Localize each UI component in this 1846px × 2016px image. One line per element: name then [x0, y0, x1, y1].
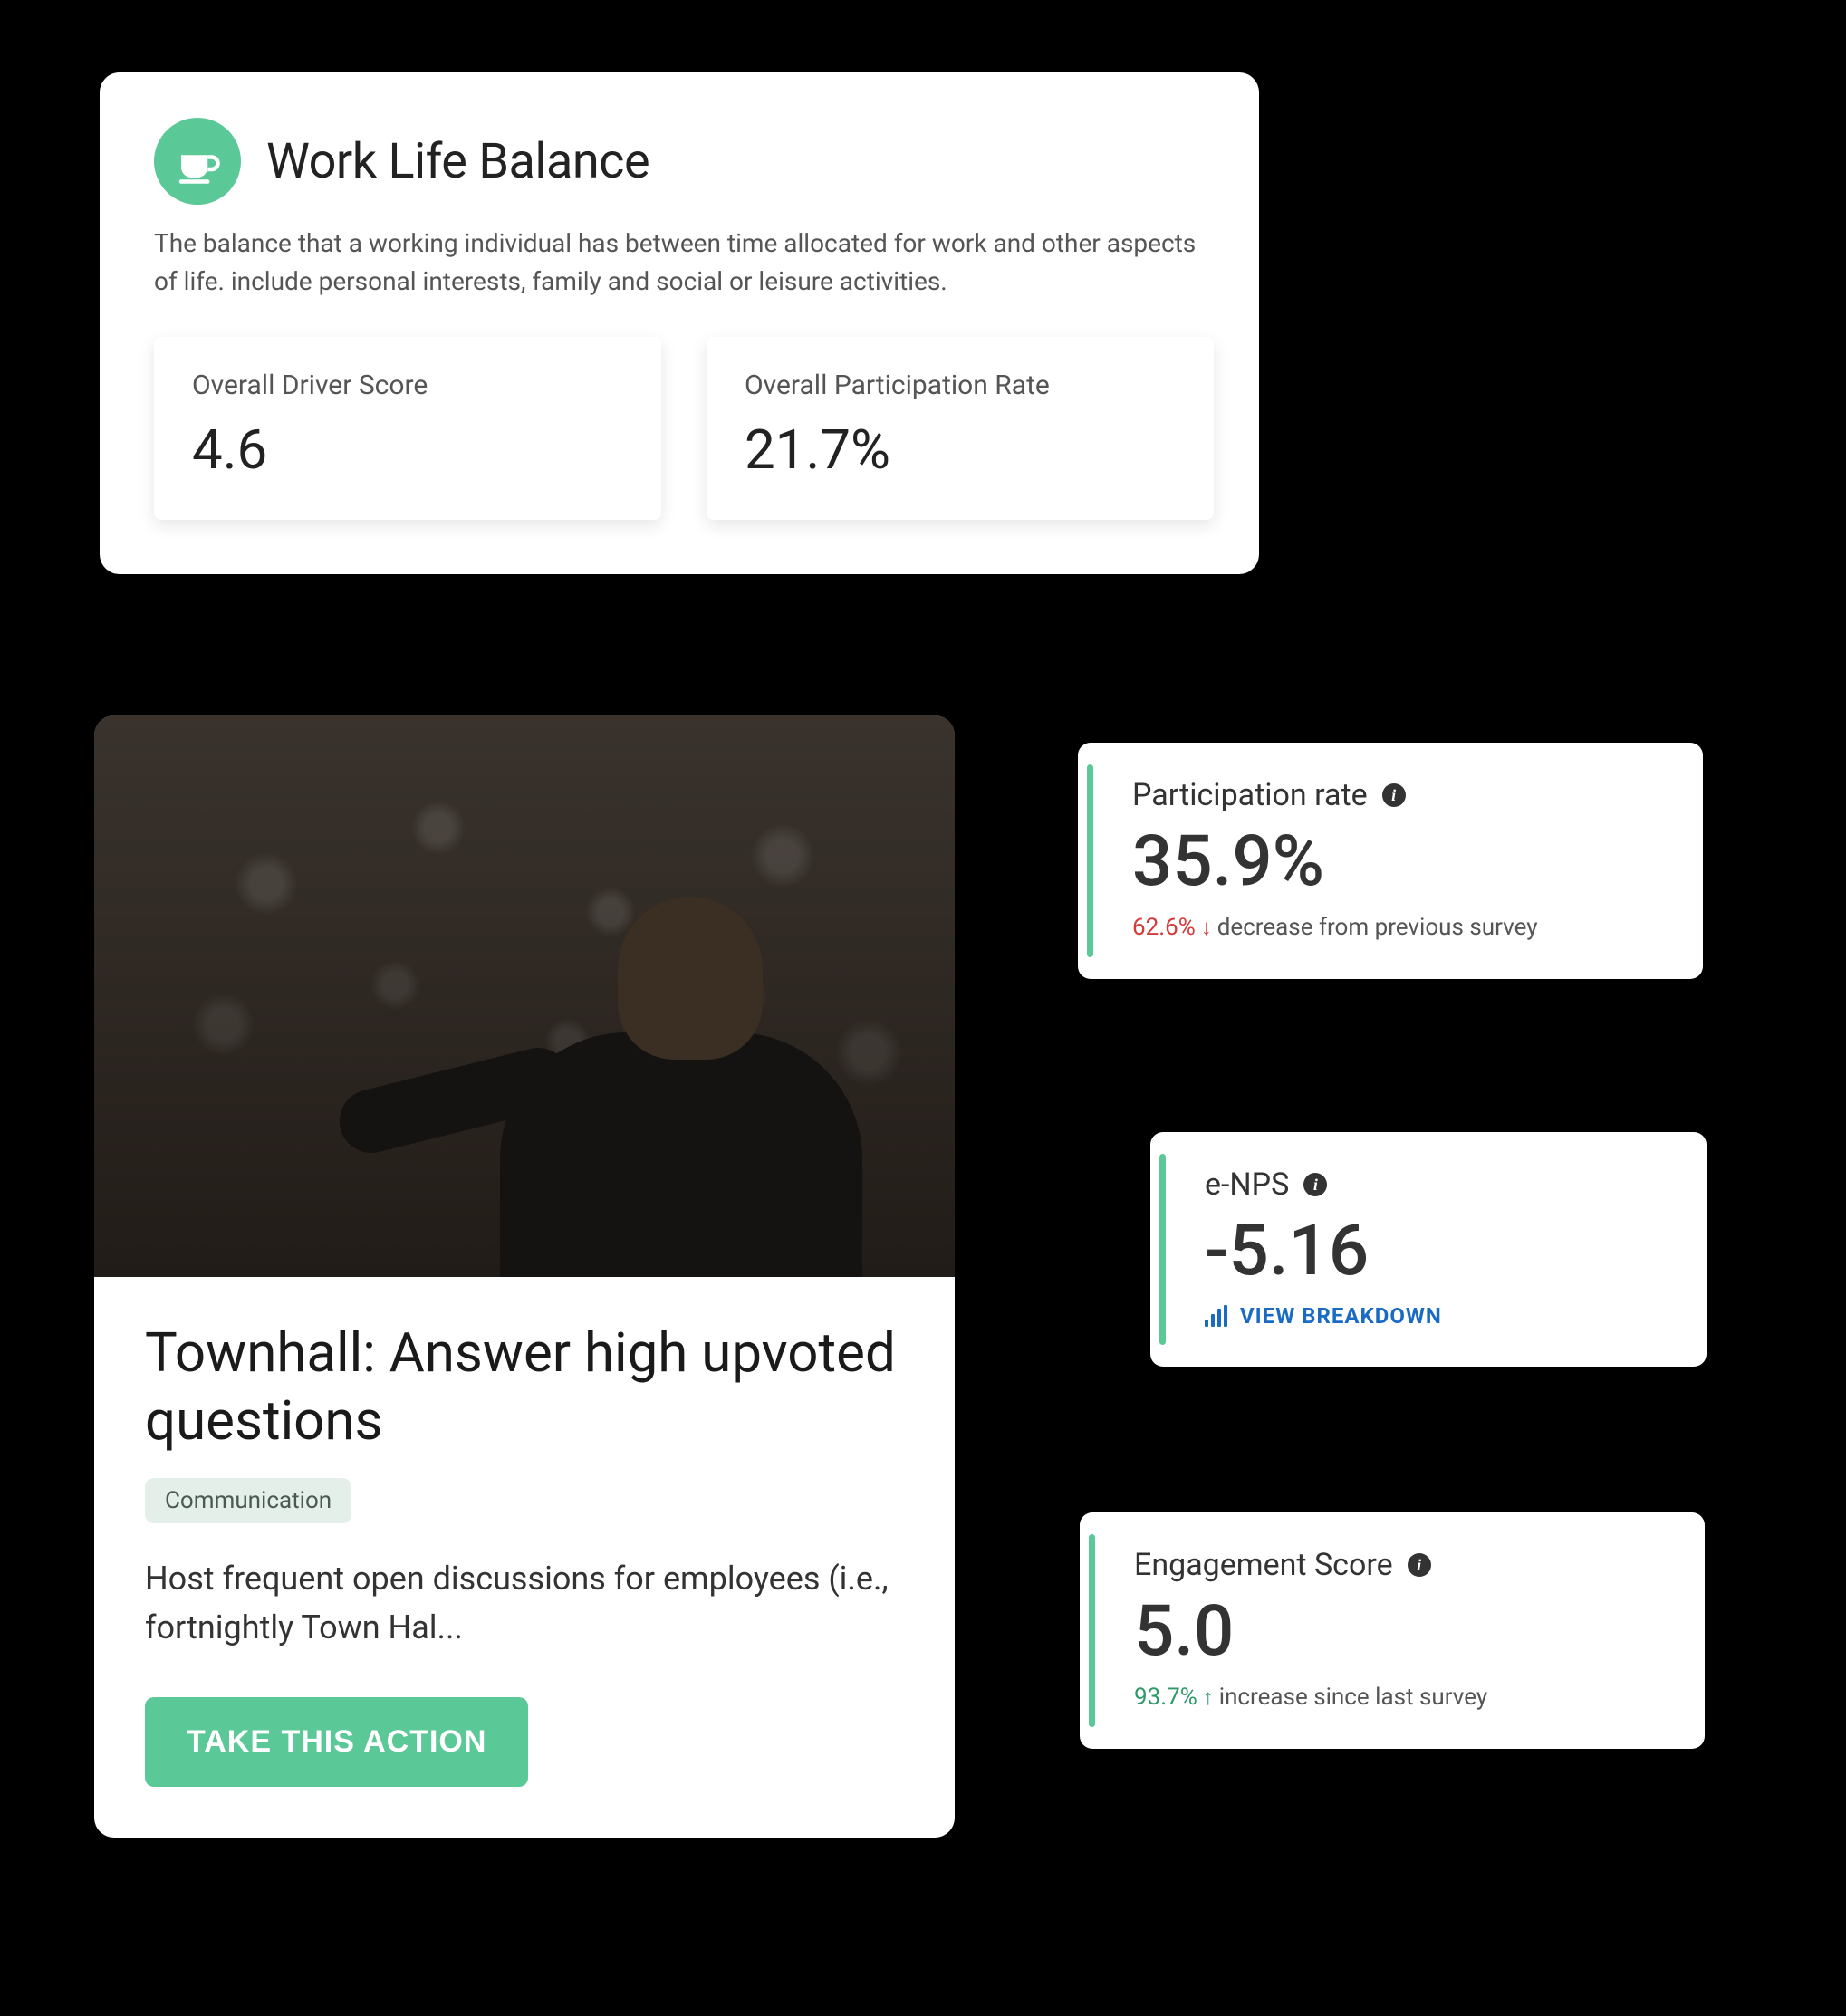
enps-stat-card: e-NPS i -5.16 VIEW BREAKDOWN: [1150, 1132, 1707, 1367]
card-accent: [1089, 1534, 1095, 1727]
wlb-metrics-row: Overall Driver Score 4.6 Overall Partici…: [154, 337, 1205, 520]
enps-stat-value: -5.16: [1205, 1210, 1663, 1292]
participation-rate-value: 21.7%: [745, 418, 1176, 482]
stat-header: Participation rate i: [1132, 777, 1659, 813]
participation-rate-card: Overall Participation Rate 21.7%: [707, 337, 1214, 520]
participation-stat-value: 35.9%: [1132, 821, 1659, 903]
info-icon[interactable]: i: [1382, 783, 1406, 807]
coffee-cup-icon: [154, 118, 241, 205]
arrow-down-icon: ↓: [1201, 915, 1212, 941]
arrow-up-icon: ↑: [1203, 1685, 1214, 1711]
info-icon[interactable]: i: [1408, 1553, 1431, 1577]
delta-text: decrease from previous survey: [1217, 914, 1538, 941]
wlb-title: Work Life Balance: [266, 133, 649, 190]
action-card-body: Townhall: Answer high upvoted questions …: [94, 1277, 955, 1787]
card-accent: [1087, 764, 1093, 957]
view-breakdown-link[interactable]: VIEW BREAKDOWN: [1205, 1303, 1663, 1329]
action-card-image: [94, 715, 955, 1277]
wlb-header: Work Life Balance: [154, 118, 1205, 205]
action-tag[interactable]: Communication: [145, 1478, 351, 1523]
card-accent: [1159, 1154, 1166, 1345]
enps-stat-title: e-NPS: [1205, 1166, 1289, 1203]
stat-header: e-NPS i: [1205, 1166, 1663, 1203]
work-life-balance-card: Work Life Balance The balance that a wor…: [100, 72, 1259, 574]
participation-stat-title: Participation rate: [1132, 777, 1368, 813]
view-breakdown-label: VIEW BREAKDOWN: [1240, 1303, 1442, 1329]
action-description: Host frequent open discussions for emplo…: [145, 1554, 904, 1652]
take-action-button[interactable]: TAKE THIS ACTION: [145, 1697, 528, 1787]
participation-rate-label: Overall Participation Rate: [745, 370, 1176, 401]
driver-score-value: 4.6: [192, 418, 623, 482]
engagement-stat-card: Engagement Score i 5.0 93.7% ↑ increase …: [1080, 1512, 1705, 1749]
stat-header: Engagement Score i: [1134, 1547, 1661, 1583]
engagement-delta: 93.7% ↑ increase since last survey: [1134, 1684, 1661, 1711]
engagement-stat-value: 5.0: [1134, 1590, 1661, 1673]
delta-text: increase since last survey: [1219, 1684, 1487, 1711]
engagement-stat-title: Engagement Score: [1134, 1547, 1393, 1583]
bars-icon: [1205, 1305, 1227, 1327]
driver-score-label: Overall Driver Score: [192, 370, 623, 401]
speaker-illustration: [482, 842, 862, 1277]
participation-delta: 62.6% ↓ decrease from previous survey: [1132, 914, 1659, 941]
delta-percent: 62.6%: [1132, 914, 1196, 941]
delta-percent: 93.7%: [1134, 1684, 1197, 1711]
townhall-action-card: Townhall: Answer high upvoted questions …: [94, 715, 955, 1838]
driver-score-card: Overall Driver Score 4.6: [154, 337, 661, 520]
participation-stat-card: Participation rate i 35.9% 62.6% ↓ decre…: [1078, 743, 1703, 979]
info-icon[interactable]: i: [1303, 1173, 1327, 1196]
wlb-description: The balance that a working individual ha…: [154, 225, 1205, 301]
action-title: Townhall: Answer high upvoted questions: [145, 1319, 904, 1454]
